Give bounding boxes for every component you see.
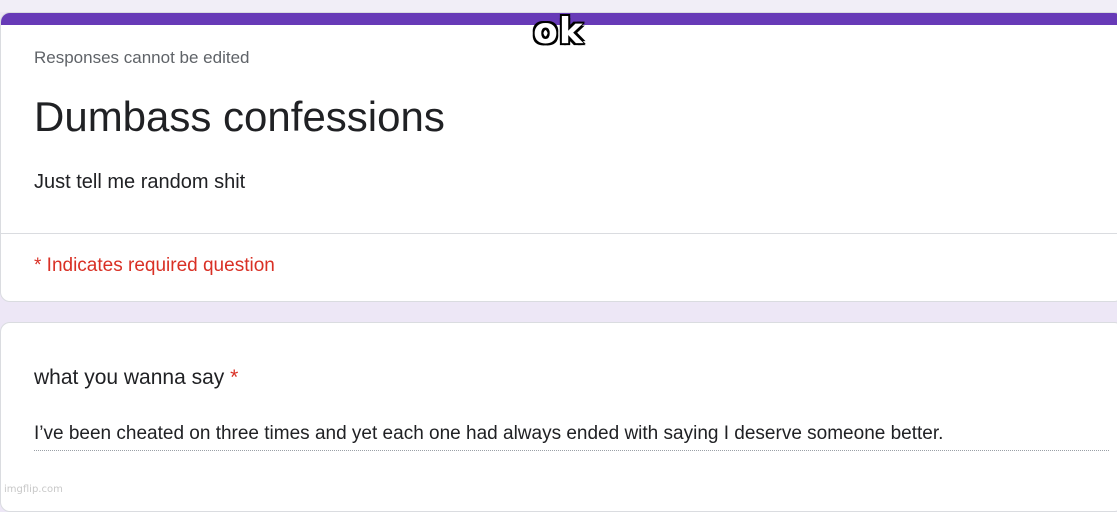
answer-underline — [34, 450, 1109, 451]
question-title-label: what you wanna say — [34, 366, 225, 389]
form-title: Dumbass confessions — [34, 93, 445, 140]
required-asterisk: * — [230, 366, 239, 389]
responses-note: Responses cannot be edited — [34, 48, 250, 67]
form-description: Just tell me random shit — [34, 171, 246, 193]
required-question-note: * Indicates required question — [34, 255, 275, 276]
question-card: what you wanna say * I’ve been cheated o… — [0, 322, 1117, 512]
form-header-card: Responses cannot be edited Dumbass confe… — [0, 12, 1117, 302]
header-divider — [1, 233, 1117, 234]
answer-text[interactable]: I’ve been cheated on three times and yet… — [34, 423, 943, 445]
question-title: what you wanna say * — [34, 366, 238, 390]
imgflip-watermark: imgflip.com — [4, 484, 63, 495]
meme-caption: ok — [532, 11, 584, 52]
